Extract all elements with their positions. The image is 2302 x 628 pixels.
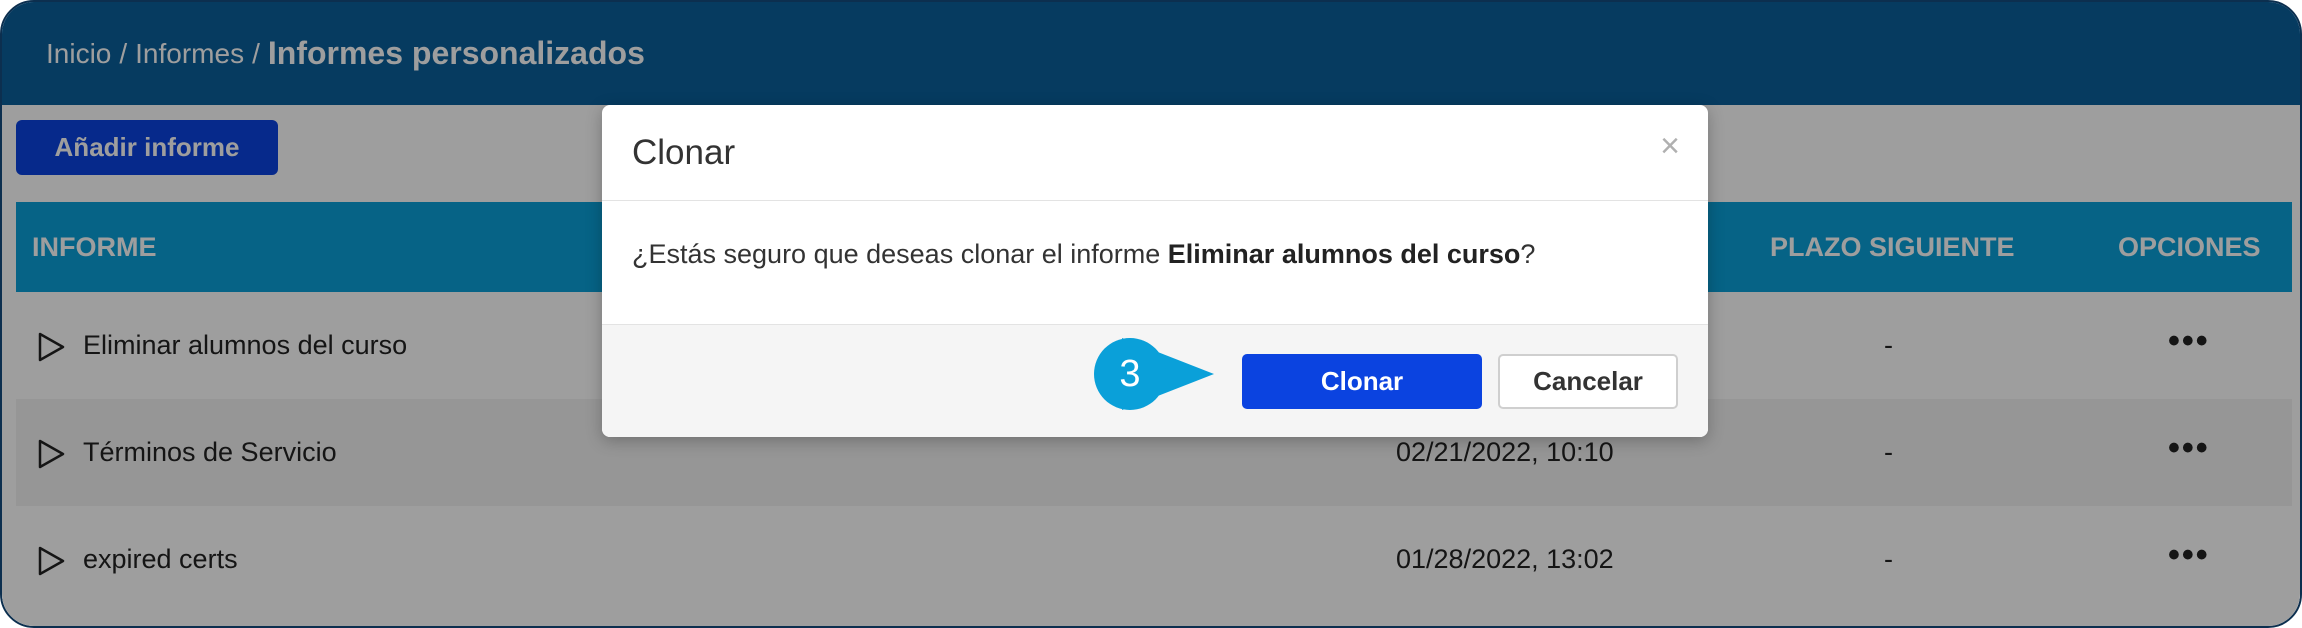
dialog-report-name: Eliminar alumnos del curso xyxy=(1167,239,1521,269)
step-callout: 3 xyxy=(1094,338,1214,410)
app-frame: Inicio / Informes / Informes personaliza… xyxy=(0,0,2302,628)
dialog-body: ¿Estás seguro que deseas clonar el infor… xyxy=(602,201,1708,325)
cancel-button[interactable]: Cancelar xyxy=(1498,354,1678,409)
dialog-title: Clonar xyxy=(632,133,736,172)
step-number: 3 xyxy=(1119,353,1140,395)
clone-confirm-button[interactable]: Clonar xyxy=(1242,354,1482,409)
dialog-message-suffix: ? xyxy=(1520,239,1536,269)
dialog-message: ¿Estás seguro que deseas clonar el infor… xyxy=(632,239,1535,270)
dialog-header: Clonar × xyxy=(602,105,1708,201)
close-icon[interactable]: × xyxy=(1660,127,1680,166)
dialog-message-prefix: ¿Estás seguro que deseas clonar el infor… xyxy=(632,239,1168,269)
